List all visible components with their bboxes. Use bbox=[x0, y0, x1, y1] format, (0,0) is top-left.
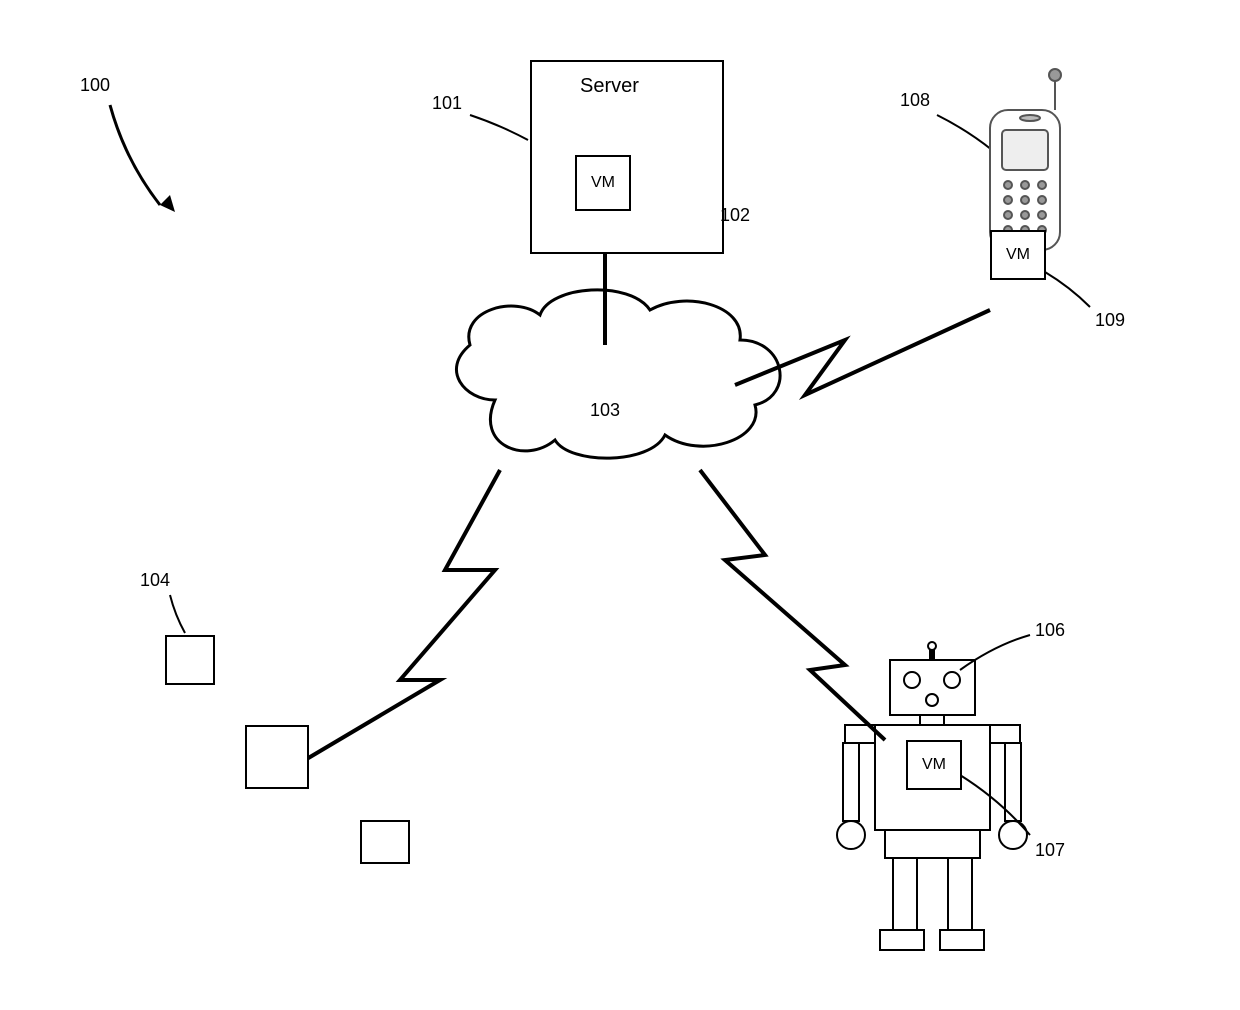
extra-box-3 bbox=[360, 820, 410, 864]
ref-102: 102 bbox=[720, 205, 750, 226]
ref-107: 107 bbox=[1035, 840, 1065, 861]
ref-109: 109 bbox=[1095, 310, 1125, 331]
ref-106: 106 bbox=[1035, 620, 1065, 641]
ref-108: 108 bbox=[900, 90, 930, 111]
phone-icon bbox=[990, 69, 1061, 250]
server-vm-box: VM bbox=[575, 155, 631, 211]
ref-103: 103 bbox=[590, 400, 620, 421]
extra-box-2 bbox=[245, 725, 309, 789]
extra-box-1 bbox=[165, 635, 215, 685]
robot-vm-box: VM bbox=[906, 740, 962, 790]
robot-icon bbox=[837, 642, 1027, 950]
ref-100: 100 bbox=[80, 75, 110, 96]
phone-vm-box: VM bbox=[990, 230, 1046, 280]
ref-104: 104 bbox=[140, 570, 170, 591]
ref-101: 101 bbox=[432, 93, 462, 114]
server-title: Server bbox=[580, 75, 639, 98]
